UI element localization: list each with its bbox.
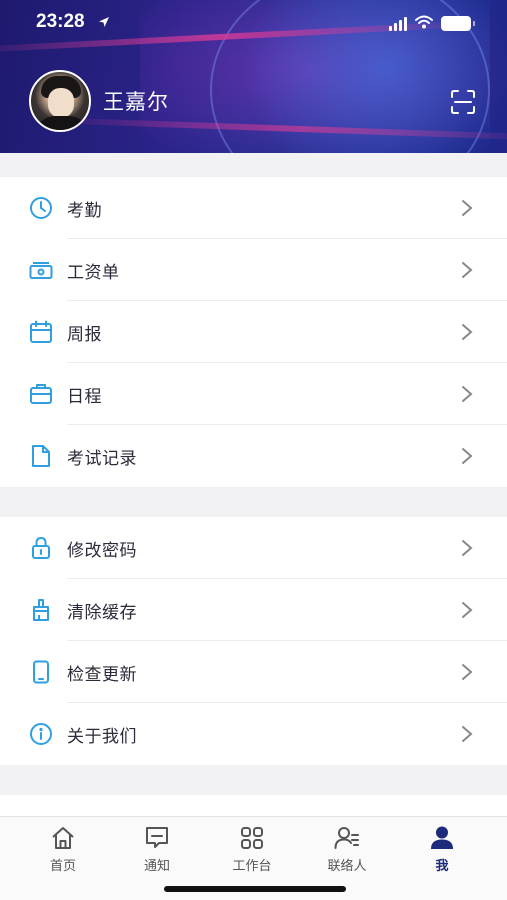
message-icon xyxy=(144,825,170,851)
scan-icon[interactable] xyxy=(450,89,476,115)
cellular-signal-icon xyxy=(389,16,407,31)
user-profile[interactable]: 王嘉尔 xyxy=(29,70,169,132)
menu-item-clear-cache[interactable]: 清除缓存 xyxy=(0,579,507,641)
chevron-right-icon xyxy=(461,663,473,681)
menu-group-records: 考勤 工资单 周报 日程 考试记录 xyxy=(0,177,507,487)
document-icon xyxy=(29,444,53,468)
person-icon xyxy=(429,825,455,851)
menu-item-payslip[interactable]: 工资单 xyxy=(0,239,507,301)
lock-icon xyxy=(29,536,53,560)
chevron-right-icon xyxy=(461,199,473,217)
menu-item-label: 工资单 xyxy=(67,263,120,283)
chevron-right-icon xyxy=(461,725,473,743)
menu-item-label: 关于我们 xyxy=(67,727,137,747)
user-name: 王嘉尔 xyxy=(103,90,169,114)
clock-icon xyxy=(29,196,53,220)
chevron-right-icon xyxy=(461,539,473,557)
grid-icon xyxy=(239,825,265,851)
menu-item-label: 考勤 xyxy=(67,201,102,221)
briefcase-icon xyxy=(29,382,53,406)
status-time: 23:28 xyxy=(36,11,85,32)
calendar-icon xyxy=(29,320,53,344)
avatar[interactable] xyxy=(29,70,91,132)
menu-item-label: 清除缓存 xyxy=(67,603,137,623)
menu-item-attendance[interactable]: 考勤 xyxy=(0,177,507,239)
tab-contacts[interactable]: 联络人 xyxy=(302,825,392,874)
tab-label: 通知 xyxy=(143,859,170,874)
tab-label: 联络人 xyxy=(327,859,367,874)
menu-item-about-us[interactable]: 关于我们 xyxy=(0,703,507,765)
status-indicators xyxy=(389,14,475,33)
wifi-icon xyxy=(415,14,433,33)
menu-item-label: 修改密码 xyxy=(67,541,137,561)
battery-icon xyxy=(441,16,475,31)
tab-workbench[interactable]: 工作台 xyxy=(207,825,297,874)
chevron-right-icon xyxy=(461,447,473,465)
info-icon xyxy=(29,722,53,746)
tab-me[interactable]: 我 xyxy=(397,825,487,874)
home-icon xyxy=(50,825,76,851)
menu-item-change-password[interactable]: 修改密码 xyxy=(0,517,507,579)
menu-item-label: 周报 xyxy=(67,325,102,345)
tab-home[interactable]: 首页 xyxy=(18,825,108,874)
chevron-right-icon xyxy=(461,323,473,341)
menu-group-settings: 修改密码 清除缓存 检查更新 关于我们 xyxy=(0,517,507,765)
status-bar: 23:28 xyxy=(0,0,507,44)
menu-item-label: 日程 xyxy=(67,387,102,407)
contacts-icon xyxy=(334,825,360,851)
menu-item-schedule[interactable]: 日程 xyxy=(0,363,507,425)
tab-label: 工作台 xyxy=(232,859,272,874)
tab-label: 首页 xyxy=(49,859,76,874)
profile-header: 23:28 王嘉尔 xyxy=(0,0,507,153)
home-indicator xyxy=(164,886,346,892)
location-arrow-icon xyxy=(98,13,110,32)
tab-notice[interactable]: 通知 xyxy=(112,825,202,874)
brush-icon xyxy=(29,598,53,622)
menu-item-check-update[interactable]: 检查更新 xyxy=(0,641,507,703)
menu-item-label: 检查更新 xyxy=(67,665,137,685)
menu-item-exam-records[interactable]: 考试记录 xyxy=(0,425,507,487)
phone-icon xyxy=(29,660,53,684)
chevron-right-icon xyxy=(461,385,473,403)
chevron-right-icon xyxy=(461,601,473,619)
tab-label: 我 xyxy=(435,859,449,874)
menu-item-weekly-report[interactable]: 周报 xyxy=(0,301,507,363)
chevron-right-icon xyxy=(461,261,473,279)
payslip-icon xyxy=(29,258,53,282)
menu-item-label: 考试记录 xyxy=(67,449,137,469)
